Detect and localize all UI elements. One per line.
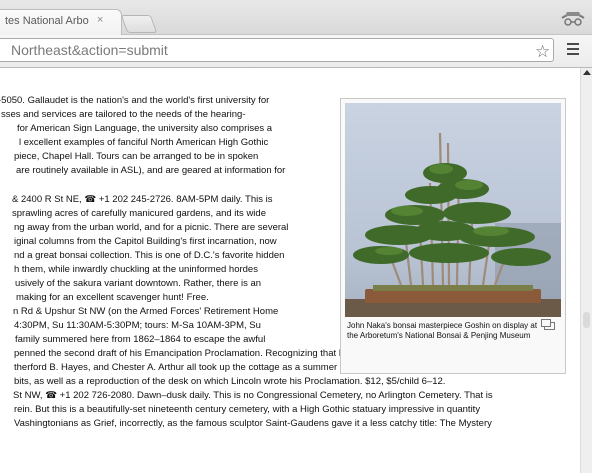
article-line: l excellent examples of fanciful North A… [19, 137, 269, 148]
article-line: making for an excellent scavenger hunt! … [16, 292, 209, 303]
article-line: piece, Chapel Hall. Tours can be arrange… [14, 151, 259, 162]
scroll-up-arrow-icon[interactable] [583, 70, 591, 75]
article-line: are routinely available in ASL), and are… [16, 165, 286, 176]
address-bar[interactable]: Northeast&action=submit ☆ [0, 38, 554, 62]
bonsai-figure: John Naka's bonsai masterpiece Goshin on… [340, 98, 566, 374]
tab-active[interactable]: tes National Arbo × [0, 9, 122, 35]
article-line: sses and services are tailored to the ne… [1, 109, 246, 120]
article-line: 4:30PM, Su 11:30AM-5:30PM; tours: M-Sa 1… [14, 320, 261, 331]
figure-caption: John Naka's bonsai masterpiece Goshin on… [347, 321, 538, 340]
article-line: nd a great bonsai collection. This is on… [14, 250, 285, 261]
new-tab-button[interactable] [120, 15, 158, 33]
article-line: bits, as well as a reproduction of the d… [14, 376, 446, 387]
menu-icon[interactable] [565, 40, 581, 58]
tab-strip: tes National Arbo × [0, 0, 592, 35]
article-line: n Rd & Upshur St NW (on the Armed Forces… [13, 306, 279, 317]
article-line: for American Sign Language, the universi… [17, 123, 273, 134]
article-line: -5050. Gallaudet is the nation's and the… [0, 95, 270, 106]
browser-toolbar: Northeast&action=submit ☆ [0, 35, 592, 68]
vertical-scrollbar[interactable] [580, 68, 592, 473]
article-line: ng away from the urban world, and for a … [14, 222, 289, 233]
tab-close-icon[interactable]: × [97, 14, 103, 26]
article-line: h them, while inwardly chuckling at the … [14, 264, 258, 275]
article-line: Vashingtonians as Grief, incorrectly, as… [14, 418, 492, 429]
article-line: rein. But this is a beautifully-set nine… [14, 404, 481, 415]
article-line: & 2400 R St NE, ☎ +1 202 245-2726. 8AM-5… [12, 194, 273, 205]
tab-title: tes National Arbo [5, 15, 89, 27]
enlarge-icon[interactable] [541, 319, 555, 330]
url-text[interactable]: Northeast&action=submit [11, 42, 168, 58]
bookmark-star-icon[interactable]: ☆ [535, 42, 550, 62]
article-line: usively of the sakura variant downtown. … [15, 278, 262, 289]
bonsai-photo[interactable] [345, 103, 561, 317]
article-line: family summered here from 1862–1864 to e… [15, 334, 266, 345]
article-line: St NW, ☎ +1 202 726-2080. Dawn–dusk dail… [13, 390, 493, 401]
article-line: sprawling acres of carefully manicured g… [12, 208, 266, 219]
article-line: iginal columns from the Capitol Building… [14, 236, 277, 247]
scroll-thumb[interactable] [583, 312, 590, 328]
page-content: -5050. Gallaudet is the nation's and the… [0, 68, 580, 473]
incognito-user-icon[interactable] [556, 8, 590, 28]
